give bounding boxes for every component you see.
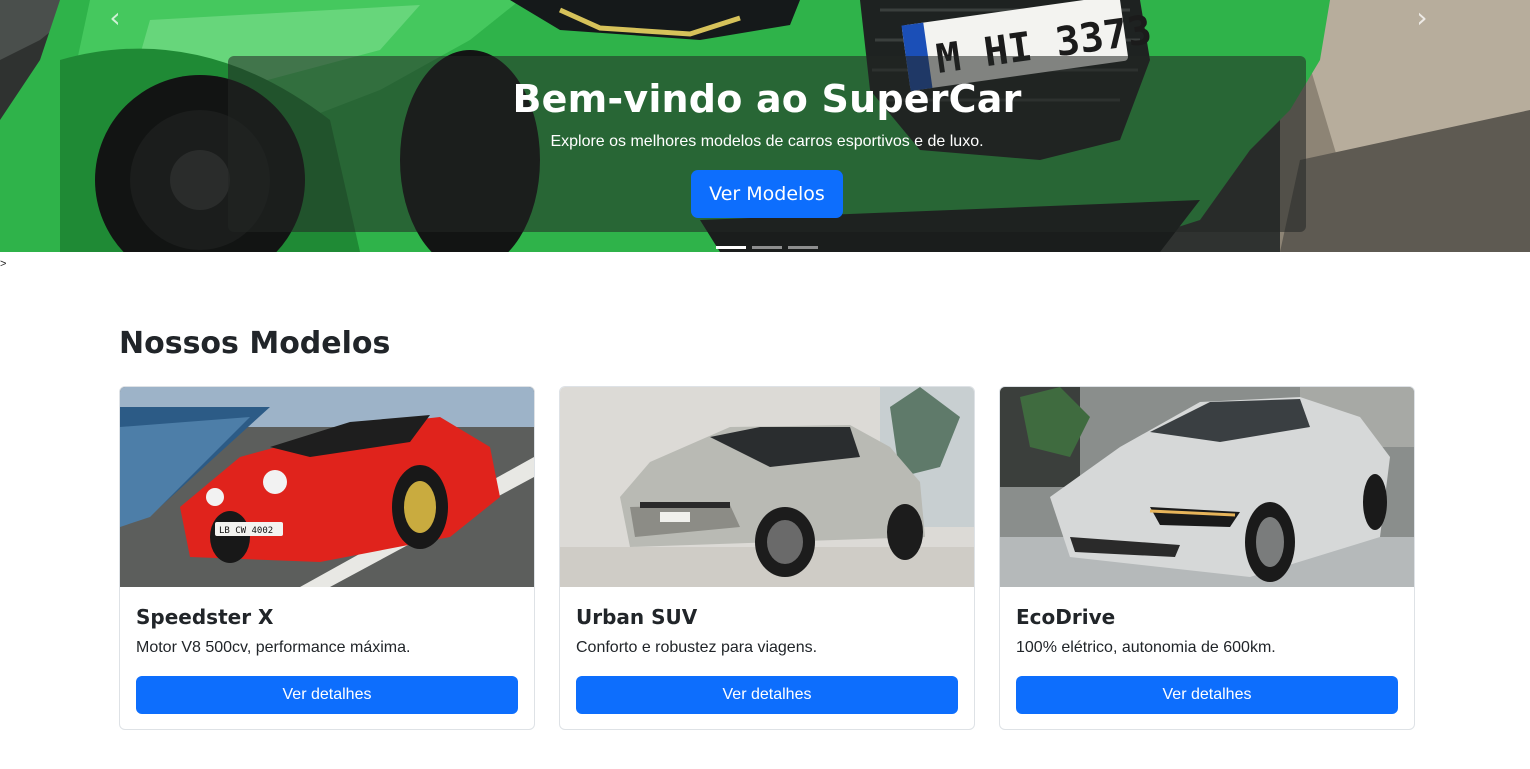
models-card-grid: LB CW 4002 Speedster X Motor V8 500cv, p… bbox=[119, 386, 1415, 730]
card-title: Urban SUV bbox=[576, 605, 698, 629]
card-description: 100% elétrico, autonomia de 600km. bbox=[1016, 639, 1276, 656]
ver-detalhes-button-ecodrive[interactable]: Ver detalhes bbox=[1016, 676, 1398, 714]
hero-subtitle: Explore os melhores modelos de carros es… bbox=[550, 133, 984, 150]
model-card-speedster-x: LB CW 4002 Speedster X Motor V8 500cv, p… bbox=[119, 386, 535, 730]
ver-detalhes-button-urban-suv[interactable]: Ver detalhes bbox=[576, 676, 958, 714]
chevron-right-icon: › bbox=[1416, 0, 1428, 34]
chevron-left-icon: ‹ bbox=[109, 0, 121, 34]
card-title: Speedster X bbox=[136, 605, 274, 629]
carousel-caption: Bem-vindo ao SuperCar Explore os melhore… bbox=[228, 56, 1306, 232]
carousel-indicators bbox=[716, 246, 818, 249]
ver-modelos-button[interactable]: Ver Modelos bbox=[691, 170, 843, 218]
carousel-indicator-3[interactable] bbox=[788, 246, 818, 249]
stray-text: > bbox=[0, 258, 7, 270]
hero-carousel: M HI 3373 ‹ › Bem-vindo ao SuperCar Expl… bbox=[0, 0, 1530, 252]
model-card-ecodrive: EcoDrive 100% elétrico, autonomia de 600… bbox=[999, 386, 1415, 730]
speedster-x-image: LB CW 4002 bbox=[120, 387, 534, 587]
ecodrive-image bbox=[1000, 387, 1414, 587]
carousel-prev-button[interactable]: ‹ bbox=[85, 0, 145, 34]
section-title: Nossos Modelos bbox=[119, 326, 391, 361]
speedster-x-plate: LB CW 4002 bbox=[219, 526, 273, 536]
card-description: Motor V8 500cv, performance máxima. bbox=[136, 639, 411, 656]
carousel-indicator-1[interactable] bbox=[716, 246, 746, 249]
ver-detalhes-button-speedster-x[interactable]: Ver detalhes bbox=[136, 676, 518, 714]
carousel-indicator-2[interactable] bbox=[752, 246, 782, 249]
card-title: EcoDrive bbox=[1016, 605, 1116, 629]
model-card-urban-suv: Urban SUV Conforto e robustez para viage… bbox=[559, 386, 975, 730]
hero-title: Bem-vindo ao SuperCar bbox=[512, 77, 1022, 121]
carousel-next-button[interactable]: › bbox=[1392, 0, 1452, 34]
urban-suv-image bbox=[560, 387, 974, 587]
card-description: Conforto e robustez para viagens. bbox=[576, 639, 818, 656]
